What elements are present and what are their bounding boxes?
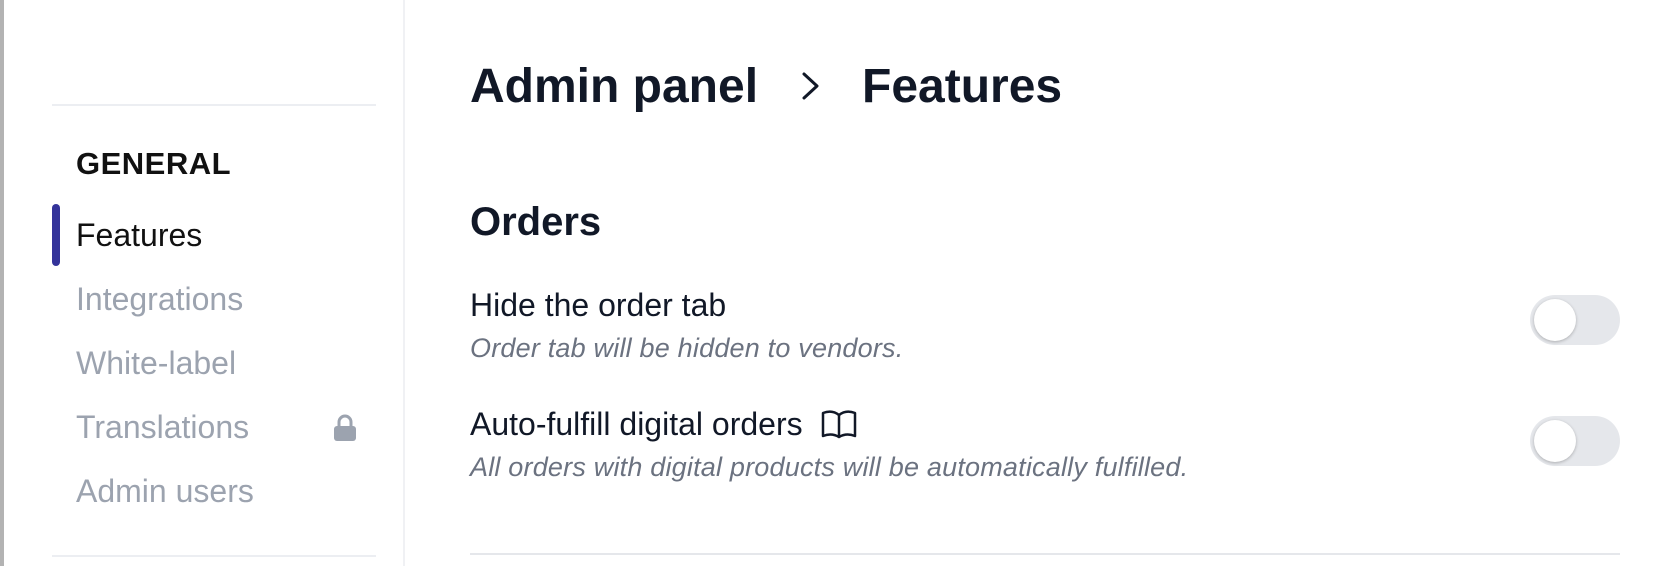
sidebar-item-label: Features [76,216,203,253]
sidebar-divider [52,555,376,557]
breadcrumb-root[interactable]: Admin panel [470,59,758,114]
app: GENERAL Features Integrations White-labe… [0,0,1680,566]
sidebar: GENERAL Features Integrations White-labe… [4,0,405,566]
breadcrumb: Admin panel Features [470,58,1062,114]
auto-fulfill-toggle[interactable] [1530,416,1620,466]
section-divider [470,553,1620,555]
sidebar-item-white-label[interactable]: White-label [52,332,376,394]
sidebar-section-heading: GENERAL [76,146,232,181]
sidebar-divider [52,104,376,106]
sidebar-item-translations[interactable]: Translations [52,396,376,458]
setting-description: All orders with digital products will be… [470,452,1189,482]
orders-section-title: Orders [470,200,602,244]
chevron-right-icon [802,72,819,100]
setting-description: Order tab will be hidden to vendors. [470,333,904,363]
sidebar-item-integrations[interactable]: Integrations [52,268,376,330]
hide-order-tab-toggle[interactable] [1530,295,1620,345]
toggle-knob [1534,299,1576,341]
sidebar-nav: Features Integrations White-label Transl… [52,204,376,522]
sidebar-item-label: Translations [76,408,250,445]
setting-title-text: Hide the order tab [470,286,727,323]
setting-title: Auto-fulfill digital orders [470,404,1620,444]
sidebar-item-label: White-label [76,344,237,381]
setting-title: Hide the order tab [470,285,1620,325]
sidebar-item-features[interactable]: Features [52,204,376,266]
book-icon[interactable] [821,408,857,440]
setting-auto-fulfill-digital-orders: Auto-fulfill digital orders All orders w… [470,404,1620,483]
sidebar-item-label: Integrations [76,280,244,317]
page-title: Features [862,59,1063,113]
sidebar-item-label: Admin users [76,472,254,509]
setting-title-text: Auto-fulfill digital orders [470,405,803,442]
sidebar-item-admin-users[interactable]: Admin users [52,460,376,522]
main-content: Admin panel Features Orders Hide the ord… [470,0,1620,566]
setting-hide-order-tab: Hide the order tab Order tab will be hid… [470,285,1620,364]
lock-icon [334,414,356,441]
toggle-knob [1534,420,1576,462]
